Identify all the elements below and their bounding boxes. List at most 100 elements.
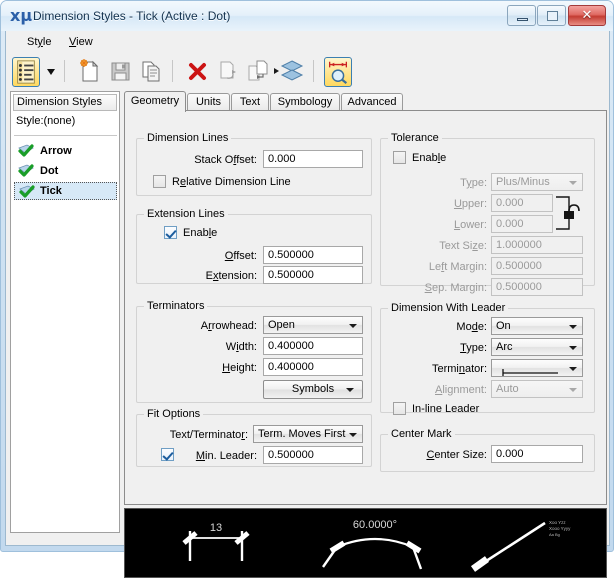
extension-label: Extension: (205, 270, 257, 282)
styles-panel-header: Dimension Styles (13, 94, 117, 111)
chevron-down-icon[interactable] (43, 57, 59, 85)
leader-alignment-select[interactable]: Auto (491, 380, 583, 398)
minimize-button[interactable] (507, 5, 536, 26)
padlock-link-icon[interactable] (555, 191, 581, 235)
list-styles-icon[interactable] (12, 57, 40, 87)
min-leader-checkbox[interactable] (161, 448, 174, 461)
relative-dimension-line-label: Relative Dimension Line (172, 176, 291, 188)
extension-enable-checkbox[interactable] (164, 226, 177, 239)
style-list-item-arrow[interactable]: Arrow (14, 142, 117, 160)
upper-input[interactable]: 0.000 (491, 194, 553, 212)
preview-leader-text-line3: Aa Bg (549, 532, 560, 537)
min-leader-label: Min. Leader: (195, 450, 257, 462)
document-refresh-icon[interactable] (213, 57, 241, 85)
style-item-label: Tick (40, 185, 62, 197)
preview-leader-text-line1: Xoo Yzz (549, 520, 566, 525)
leader-alignment-value: Auto (496, 383, 519, 395)
checkmark-style-icon (19, 185, 35, 198)
min-leader-input[interactable]: 0.500000 (263, 446, 363, 464)
left-margin-input[interactable]: 0.500000 (491, 257, 583, 275)
symbols-button[interactable]: Symbols (263, 380, 363, 399)
checkmark-style-icon (18, 144, 34, 157)
leader-type-select[interactable]: Arc (491, 338, 583, 356)
height-label: Height: (222, 362, 257, 374)
leader-mode-select[interactable]: On (491, 317, 583, 335)
leader-terminator-select[interactable] (491, 359, 583, 377)
text-terminator-value: Term. Moves First (258, 428, 346, 440)
leader-mode-value: On (496, 320, 511, 332)
microstation-icon: xμ (10, 6, 33, 25)
height-input[interactable]: 0.400000 (263, 358, 363, 376)
chevron-down-icon (569, 367, 577, 371)
stacked-layers-icon[interactable] (278, 57, 306, 85)
inline-leader-checkbox[interactable] (393, 402, 406, 415)
text-terminator-select[interactable]: Term. Moves First (253, 425, 363, 443)
tolerance-enable-checkbox[interactable] (393, 151, 406, 164)
extension-input[interactable]: 0.500000 (263, 266, 363, 284)
offset-input[interactable]: 0.500000 (263, 246, 363, 264)
document-apply-icon[interactable] (243, 57, 271, 85)
preview-angular-value: 60.0000° (353, 519, 397, 531)
checkmark-style-icon (18, 164, 34, 177)
chevron-down-icon (569, 181, 577, 185)
tab-text[interactable]: Text (231, 93, 269, 111)
toolbar-separator (313, 60, 314, 82)
active-style-label: Style:(none) (16, 115, 76, 127)
tab-strip: Geometry Units Text Symbology Advanced (124, 91, 607, 112)
left-margin-label: Left Margin: (428, 261, 487, 273)
width-input[interactable]: 0.400000 (263, 337, 363, 355)
tab-advanced[interactable]: Advanced (341, 93, 403, 111)
group-title: Extension Lines (144, 208, 228, 221)
new-document-icon[interactable] (75, 57, 103, 85)
style-list-item-dot[interactable]: Dot (14, 162, 117, 180)
leader-terminator-label: Terminator: (431, 363, 487, 375)
close-button[interactable]: ✕ (568, 5, 606, 26)
menu-view[interactable]: View (64, 35, 98, 50)
tolerance-type-select[interactable]: Plus/Minus (491, 173, 583, 191)
group-dimension-with-leader: Dimension With Leader Mode: On Type: Arc… (380, 302, 595, 415)
style-item-label: Arrow (40, 145, 72, 157)
text-size-input[interactable]: 1.000000 (491, 236, 583, 254)
group-title: Fit Options (144, 408, 204, 421)
arrowhead-select[interactable]: Open (263, 316, 363, 334)
dimension-styles-window: xμ Dimension Styles - Tick (Active : Dot… (0, 0, 614, 578)
center-size-input[interactable]: 0.000 (491, 445, 583, 463)
menu-style[interactable]: Style (22, 35, 56, 50)
lower-input[interactable]: 0.000 (491, 215, 553, 233)
dimension-zoom-icon[interactable] (324, 57, 352, 87)
style-list-item-tick[interactable]: Tick (14, 182, 117, 200)
save-floppy-icon[interactable] (106, 57, 134, 85)
toolbar-separator (64, 60, 65, 82)
leader-type-label: Type: (460, 342, 487, 354)
inline-leader-label: In-line Leader (412, 403, 480, 415)
tab-symbology[interactable]: Symbology (270, 93, 340, 111)
sep-margin-input[interactable]: 0.500000 (491, 278, 583, 296)
group-title: Center Mark (388, 428, 455, 441)
extension-enable-label: Enable (183, 227, 218, 239)
tolerance-type-label: Type: (460, 177, 487, 189)
tab-units[interactable]: Units (187, 93, 230, 111)
maximize-button[interactable] (537, 5, 566, 26)
tolerance-type-value: Plus/Minus (496, 176, 550, 188)
sep-margin-label: Sep. Margin: (424, 282, 487, 294)
stack-offset-input[interactable]: 0.000 (263, 150, 363, 168)
close-icon: ✕ (581, 8, 593, 23)
symbols-button-label: Symbols (291, 383, 335, 395)
chevron-down-icon (349, 433, 357, 437)
red-x-delete-icon[interactable] (183, 57, 211, 85)
group-extension-lines: Extension Lines Enable Offset: 0.500000 … (136, 208, 372, 284)
minimize-icon (517, 18, 528, 21)
geometry-tab-page: Dimension Lines Stack Offset: 0.000 Rela… (124, 110, 607, 505)
group-dimension-lines: Dimension Lines Stack Offset: 0.000 Rela… (136, 132, 372, 196)
leader-alignment-label: Alignment: (435, 384, 487, 396)
panel-divider (14, 135, 117, 136)
relative-dimension-line-checkbox[interactable] (153, 175, 166, 188)
dimension-preview: 13 60.0000° Xoo Yzz Xooo Yyyy Aa Bg (124, 508, 607, 578)
center-size-label: Center Size: (426, 449, 487, 461)
copy-pages-icon[interactable] (137, 57, 165, 85)
stack-offset-label: Stack Offset: (194, 154, 257, 166)
tab-geometry[interactable]: Geometry (124, 91, 186, 112)
upper-label: Upper: (453, 198, 487, 210)
width-label: Width: (225, 341, 257, 353)
group-title: Terminators (144, 300, 208, 313)
